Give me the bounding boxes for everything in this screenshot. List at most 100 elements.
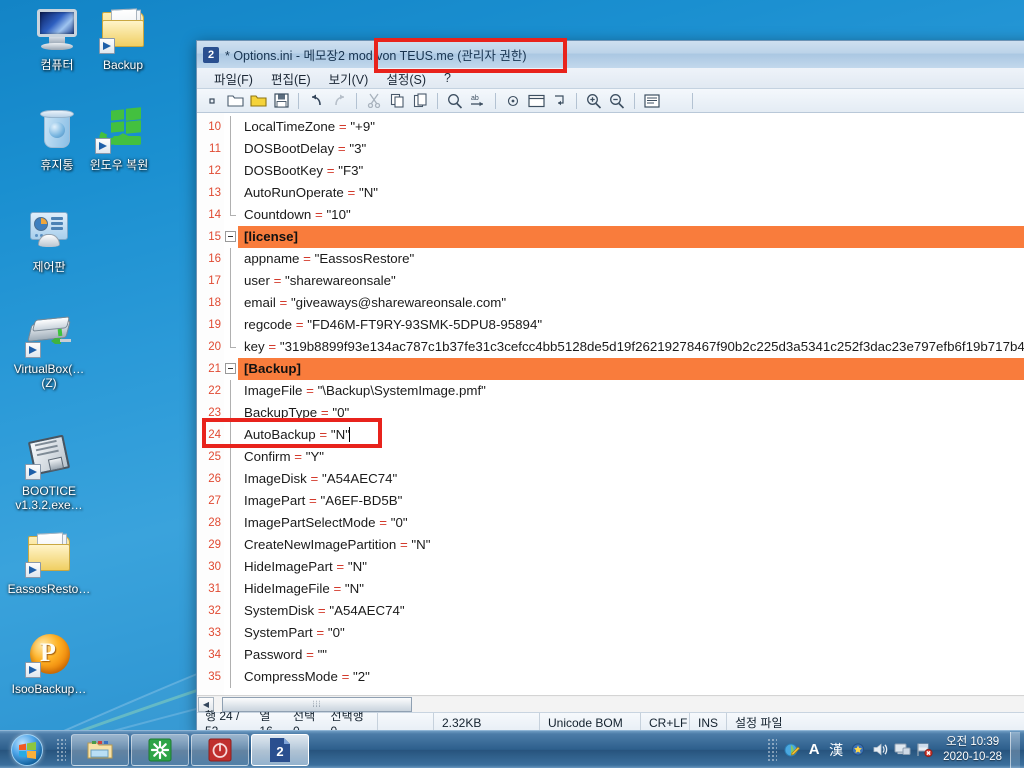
- scroll-track[interactable]: ⦙⦙⦙: [214, 696, 1024, 712]
- code-line[interactable]: SystemPart = "0": [238, 622, 1024, 644]
- open-recent-button[interactable]: [247, 90, 269, 111]
- code-line[interactable]: DOSBootKey = "F3": [238, 160, 1024, 182]
- menu-item-view[interactable]: 보기(V): [320, 69, 378, 88]
- code-line[interactable]: LocalTimeZone = "+9": [238, 116, 1024, 138]
- code-key: ImageDisk: [244, 471, 307, 486]
- code-lines[interactable]: LocalTimeZone = "+9" DOSBootDelay = "3" …: [238, 113, 1024, 695]
- code-line-section-license[interactable]: [license]: [238, 226, 1024, 248]
- window-button[interactable]: [525, 90, 547, 111]
- goto-button[interactable]: [548, 90, 570, 111]
- desktop-icon-isoo-backup[interactable]: P IsooBackup…: [6, 630, 92, 696]
- code-value: "A54AEC74": [321, 471, 398, 486]
- statusbar: 행 24 / 52 열 16 선택 0 선택행 0 2.32KB Unicode…: [197, 709, 1024, 738]
- copy-button[interactable]: [386, 90, 408, 111]
- wordwrap-button[interactable]: [641, 90, 663, 111]
- tray-ime-a-icon[interactable]: A: [803, 735, 825, 765]
- code-line[interactable]: BackupType = "0": [238, 402, 1024, 424]
- code-line[interactable]: HideImagePart = "N": [238, 556, 1024, 578]
- code-line-section-backup[interactable]: [Backup]: [238, 358, 1024, 380]
- code-line[interactable]: CompressMode = "2": [238, 666, 1024, 688]
- desktop-icon-eassos-restore[interactable]: EassosResto…: [6, 530, 92, 596]
- tray-grip[interactable]: [767, 737, 778, 762]
- fold-line: [224, 182, 238, 204]
- tray-volume-icon[interactable]: [869, 735, 891, 765]
- shortcut-overlay-icon: [99, 38, 115, 54]
- show-desktop-button[interactable]: [1010, 731, 1020, 768]
- redo-button[interactable]: [328, 90, 350, 111]
- code-line[interactable]: ImagePart = "A6EF-BD5B": [238, 490, 1024, 512]
- taskbar-clock[interactable]: 오전 10:39 2020-10-28: [935, 735, 1010, 765]
- tray-network-icon[interactable]: [891, 735, 913, 765]
- code-line[interactable]: email = "giveaways@sharewareonsale.com": [238, 292, 1024, 314]
- taskbar-shutdown[interactable]: [191, 733, 249, 766]
- menu-item-help[interactable]: ?: [435, 71, 460, 85]
- tray-security-icon[interactable]: [847, 735, 869, 765]
- code-folding-column[interactable]: [224, 113, 238, 695]
- line-number: 20: [208, 341, 221, 353]
- taskbar-grip[interactable]: [56, 737, 66, 762]
- code-line[interactable]: SystemDisk = "A54AEC74": [238, 600, 1024, 622]
- code-line[interactable]: Countdown = "10": [238, 204, 1024, 226]
- code-line-autobackup[interactable]: AutoBackup = "N": [238, 424, 1024, 446]
- fold-line: [224, 160, 238, 182]
- taskbar-explorer[interactable]: [71, 733, 129, 766]
- notepad2-window[interactable]: 2 * Options.ini - 메모장2 mod von TEUS.me (…: [196, 38, 1024, 738]
- desktop-icon-virtualbox-drive[interactable]: VirtualBox(… (Z): [6, 310, 92, 390]
- replace-button[interactable]: ab: [467, 90, 489, 111]
- code-line[interactable]: ImagePartSelectMode = "0": [238, 512, 1024, 534]
- editor-text-area[interactable]: 10 11 12 13 14 15 16 17 18 19 20 21 22 2…: [197, 113, 1024, 695]
- scroll-thumb[interactable]: ⦙⦙⦙: [222, 696, 412, 712]
- special-button[interactable]: [664, 90, 686, 111]
- bookmark-button[interactable]: [502, 90, 524, 111]
- code-line[interactable]: user = "sharewareonsale": [238, 270, 1024, 292]
- menu-item-settings[interactable]: 설정(S): [377, 69, 435, 88]
- code-line[interactable]: ImageDisk = "A54AEC74": [238, 468, 1024, 490]
- desktop-icon-control-panel[interactable]: 제어판: [6, 208, 92, 274]
- exit-button[interactable]: [699, 90, 733, 111]
- tray-ime-pen-icon[interactable]: [781, 735, 803, 765]
- taskbar-app-green[interactable]: [131, 733, 189, 766]
- window-titlebar[interactable]: 2 * Options.ini - 메모장2 mod von TEUS.me (…: [197, 41, 1024, 68]
- zoom-out-button[interactable]: [606, 90, 628, 111]
- fold-toggle-license[interactable]: [224, 226, 238, 248]
- start-button[interactable]: [2, 732, 52, 768]
- code-line[interactable]: ImageFile = "\Backup\SystemImage.pmf": [238, 380, 1024, 402]
- code-line[interactable]: Password = "": [238, 644, 1024, 666]
- open-file-button[interactable]: [224, 90, 246, 111]
- shortcut-overlay-icon: [25, 562, 41, 578]
- menubar[interactable]: 파일(F) 편집(E) 보기(V) 설정(S) ?: [197, 68, 1024, 89]
- horizontal-scrollbar[interactable]: ◀ ⦙⦙⦙: [197, 695, 1024, 712]
- code-line-key[interactable]: key = "319b8899f93e134ac787c1b37fe31c3ce…: [238, 336, 1024, 358]
- paste-button[interactable]: [409, 90, 431, 111]
- system-tray[interactable]: A 漢 오전 10:39 2020-10-28: [763, 731, 1024, 768]
- taskbar[interactable]: 2 A 漢 오전 10:39 2020-10-28: [0, 730, 1024, 768]
- tray-flag-icon[interactable]: [913, 735, 935, 765]
- toolbar[interactable]: ab: [197, 89, 1024, 113]
- desktop-icon-backup-folder[interactable]: Backup: [80, 6, 166, 72]
- code-line[interactable]: appname = "EassosRestore": [238, 248, 1024, 270]
- menu-item-file[interactable]: 파일(F): [205, 69, 262, 88]
- desktop-icon-bootice[interactable]: BOOTICE v1.3.2.exe…: [6, 432, 92, 512]
- fold-toggle-backup[interactable]: [224, 358, 238, 380]
- code-line[interactable]: HideImageFile = "N": [238, 578, 1024, 600]
- control-panel-icon: [25, 208, 73, 256]
- code-line[interactable]: regcode = "FD46M-FT9RY-93SMK-5DPU8-95894…: [238, 314, 1024, 336]
- shortcut-overlay-icon: [25, 662, 41, 678]
- code-value: "10": [326, 207, 351, 222]
- code-line[interactable]: Confirm = "Y": [238, 446, 1024, 468]
- code-line[interactable]: CreateNewImagePartition = "N": [238, 534, 1024, 556]
- new-file-button[interactable]: [201, 90, 223, 111]
- tray-ime-hanja-icon[interactable]: 漢: [825, 735, 847, 765]
- cut-button[interactable]: [363, 90, 385, 111]
- save-button[interactable]: [270, 90, 292, 111]
- undo-button[interactable]: [305, 90, 327, 111]
- find-button[interactable]: [444, 90, 466, 111]
- code-value: "Y": [305, 449, 325, 464]
- menu-item-edit[interactable]: 편집(E): [262, 69, 320, 88]
- code-key: CreateNewImagePartition: [244, 537, 397, 552]
- taskbar-notepad2[interactable]: 2: [251, 733, 309, 766]
- desktop-icon-windows-restore[interactable]: 윈도우 복원: [76, 106, 162, 172]
- zoom-in-button[interactable]: [583, 90, 605, 111]
- code-line[interactable]: AutoRunOperate = "N": [238, 182, 1024, 204]
- code-line[interactable]: DOSBootDelay = "3": [238, 138, 1024, 160]
